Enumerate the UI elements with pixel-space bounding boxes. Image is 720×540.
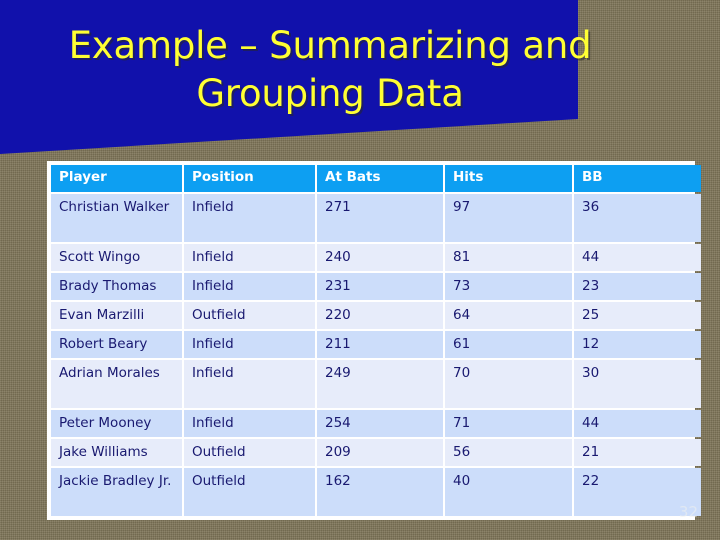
cell-at-bats: 254 xyxy=(317,410,443,437)
cell-hits: 71 xyxy=(445,410,572,437)
cell-player: Adrian Morales xyxy=(51,360,182,408)
table-row[interactable]: Evan Marzilli Outfield 220 64 25 xyxy=(51,302,701,329)
table-header-row: Player Position At Bats Hits BB xyxy=(51,165,701,192)
cell-at-bats: 271 xyxy=(317,194,443,242)
cell-at-bats: 220 xyxy=(317,302,443,329)
cell-position: Outfield xyxy=(184,439,315,466)
cell-bb: 44 xyxy=(574,410,701,437)
cell-player: Robert Beary xyxy=(51,331,182,358)
cell-at-bats: 249 xyxy=(317,360,443,408)
cell-player: Jake Williams xyxy=(51,439,182,466)
cell-player: Brady Thomas xyxy=(51,273,182,300)
cell-hits: 81 xyxy=(445,244,572,271)
cell-player: Peter Mooney xyxy=(51,410,182,437)
cell-bb: 30 xyxy=(574,360,701,408)
table-row[interactable]: Brady Thomas Infield 231 73 23 xyxy=(51,273,701,300)
cell-player: Jackie Bradley Jr. xyxy=(51,468,182,516)
cell-at-bats: 162 xyxy=(317,468,443,516)
column-header-at-bats[interactable]: At Bats xyxy=(317,165,443,192)
cell-position: Infield xyxy=(184,194,315,242)
cell-position: Infield xyxy=(184,244,315,271)
slide-title: Example – Summarizing and Grouping Data xyxy=(68,24,592,115)
cell-bb: 21 xyxy=(574,439,701,466)
cell-at-bats: 211 xyxy=(317,331,443,358)
cell-hits: 64 xyxy=(445,302,572,329)
cell-hits: 70 xyxy=(445,360,572,408)
table-row[interactable]: Robert Beary Infield 211 61 12 xyxy=(51,331,701,358)
cell-player: Evan Marzilli xyxy=(51,302,182,329)
player-stats-table-container: Player Position At Bats Hits BB Christia… xyxy=(47,161,701,520)
column-header-bb[interactable]: BB xyxy=(574,165,701,192)
cell-player: Scott Wingo xyxy=(51,244,182,271)
cell-position: Infield xyxy=(184,331,315,358)
cell-bb: 12 xyxy=(574,331,701,358)
table-row[interactable]: Adrian Morales Infield 249 70 30 xyxy=(51,360,701,408)
table-row[interactable]: Peter Mooney Infield 254 71 44 xyxy=(51,410,701,437)
cell-position: Outfield xyxy=(184,468,315,516)
cell-position: Infield xyxy=(184,410,315,437)
cell-at-bats: 209 xyxy=(317,439,443,466)
table-body: Christian Walker Infield 271 97 36 Scott Wing… xyxy=(51,194,701,516)
cell-bb: 25 xyxy=(574,302,701,329)
table-row[interactable]: Jackie Bradley Jr. Outfield 162 40 22 xyxy=(51,468,701,516)
cell-position: Infield xyxy=(184,360,315,408)
cell-bb: 23 xyxy=(574,273,701,300)
table-row[interactable]: Scott Wingo Infield 240 81 44 xyxy=(51,244,701,271)
table-row[interactable]: Jake Williams Outfield 209 56 21 xyxy=(51,439,701,466)
cell-position: Infield xyxy=(184,273,315,300)
column-header-hits[interactable]: Hits xyxy=(445,165,572,192)
table-row[interactable]: Christian Walker Infield 271 97 36 xyxy=(51,194,701,242)
player-stats-table: Player Position At Bats Hits BB Christia… xyxy=(49,163,703,518)
cell-hits: 97 xyxy=(445,194,572,242)
cell-player: Christian Walker xyxy=(51,194,182,242)
cell-at-bats: 231 xyxy=(317,273,443,300)
column-header-position[interactable]: Position xyxy=(184,165,315,192)
cell-bb: 36 xyxy=(574,194,701,242)
cell-hits: 73 xyxy=(445,273,572,300)
cell-hits: 40 xyxy=(445,468,572,516)
presentation-slide: Example – Summarizing and Grouping Data … xyxy=(0,0,720,540)
cell-hits: 61 xyxy=(445,331,572,358)
column-header-player[interactable]: Player xyxy=(51,165,182,192)
cell-bb: 44 xyxy=(574,244,701,271)
cell-hits: 56 xyxy=(445,439,572,466)
cell-at-bats: 240 xyxy=(317,244,443,271)
cell-position: Outfield xyxy=(184,302,315,329)
slide-page-number: 32 xyxy=(678,503,698,521)
table-header: Player Position At Bats Hits BB xyxy=(51,165,701,192)
